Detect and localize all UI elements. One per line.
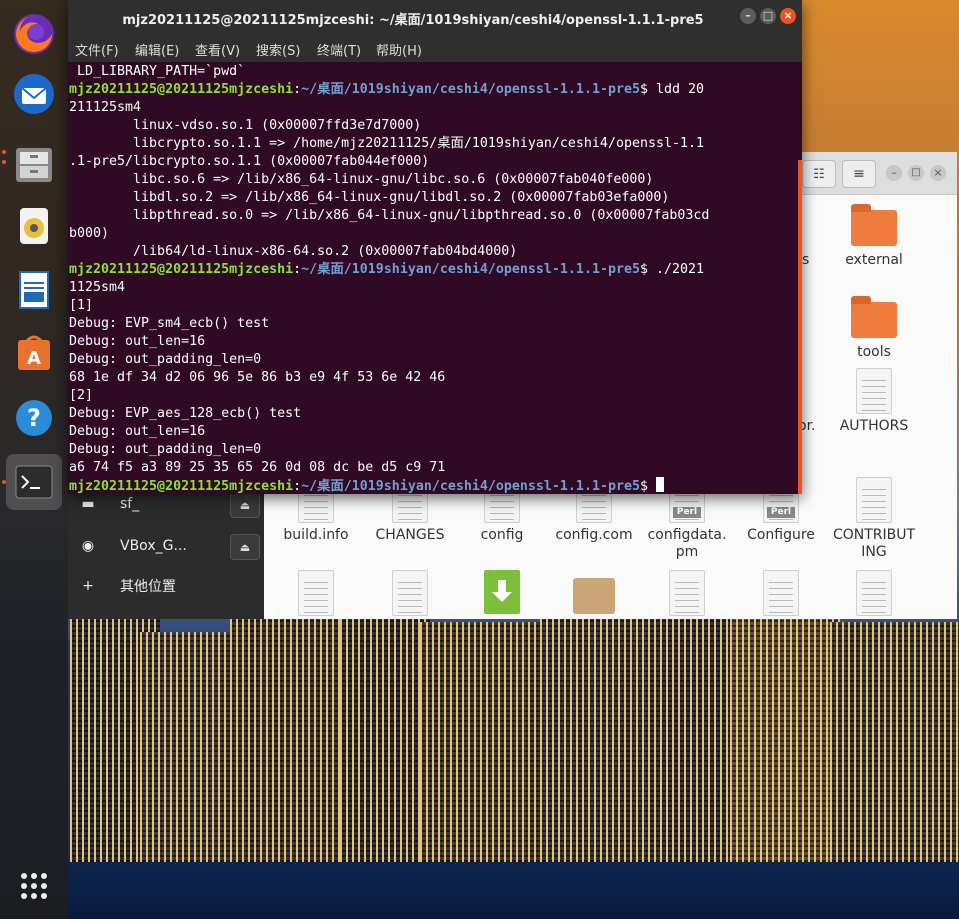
output-line: Debug: out_padding_len=0 <box>69 352 262 367</box>
menu-bar: 文件(F) 编辑(E) 查看(V) 搜索(S) 终端(T) 帮助(H) <box>68 34 802 62</box>
output-line: 211125sm4 <box>69 100 142 115</box>
file-authors[interactable]: AUTHORS <box>830 368 918 435</box>
output-line: linux-vdso.so.1 (0x00007ffd3e7d7000) <box>69 118 422 133</box>
output-line: 68 1e df 34 d2 06 96 5e 86 b3 e9 4f 53 6… <box>69 370 446 385</box>
sidebar-item-other-locations[interactable]: + 其他位置 <box>68 566 264 606</box>
output-line: Debug: out_padding_len=0 <box>69 442 262 457</box>
rhythmbox-icon[interactable] <box>6 198 62 254</box>
sidebar-item-vbox[interactable]: ◉ VBox_G... ⏏ <box>68 526 264 566</box>
output-line: LD_LIBRARY_PATH=`pwd` <box>69 64 246 79</box>
file-item[interactable] <box>643 570 731 620</box>
file-item[interactable] <box>272 570 360 620</box>
output-line: /lib64/ld-linux-x86-64.so.2 (0x00007fab0… <box>69 244 518 259</box>
eject-button[interactable]: ⏏ <box>230 534 260 560</box>
maximize-icon[interactable]: □ <box>908 165 924 181</box>
prompt-user: mjz20211125@20211125mjzceshi <box>69 82 294 97</box>
script-icon <box>298 570 334 616</box>
file-label-partial: s <box>802 252 810 268</box>
file-item[interactable] <box>366 570 454 620</box>
file-item[interactable] <box>737 570 825 620</box>
document-icon <box>856 368 892 414</box>
prompt-user: mjz20211125@20211125mjzceshi <box>69 479 294 494</box>
menu-help[interactable]: 帮助(H) <box>376 40 422 59</box>
document-icon <box>392 570 428 616</box>
file-item[interactable] <box>458 570 546 614</box>
close-icon[interactable]: × <box>930 165 946 181</box>
plus-icon: + <box>82 578 94 594</box>
file-contributing[interactable]: CONTRIBUT ING <box>830 477 918 561</box>
output-line: a6 74 f5 a3 89 25 35 65 26 0d 08 dc be d… <box>69 460 446 475</box>
files-icon[interactable] <box>6 136 62 192</box>
prompt-path: ~/桌面/1019shiyan/ceshi4/openssl-1.1.1-pre… <box>301 479 640 494</box>
menu-edit[interactable]: 编辑(E) <box>135 40 179 59</box>
output-line: Debug: out_len=16 <box>69 334 206 349</box>
folder-tools[interactable]: tools <box>830 296 918 361</box>
prompt-path: ~/桌面/1019shiyan/ceshi4/openssl-1.1.1-pre… <box>301 82 640 97</box>
terminal-window[interactable]: mjz20211125@20211125mjzceshi: ~/桌面/1019s… <box>68 0 802 494</box>
output-line: [2] <box>69 388 94 403</box>
file-item[interactable] <box>550 570 638 614</box>
scrollbar[interactable] <box>798 160 802 494</box>
disc-icon: ◉ <box>81 538 95 554</box>
prompt-user: mjz20211125@20211125mjzceshi <box>69 262 294 277</box>
menu-search[interactable]: 搜索(S) <box>256 40 300 59</box>
text-cursor <box>656 477 664 492</box>
output-line: libc.so.6 => /lib/x86_64-linux-gnu/libc.… <box>69 172 654 187</box>
document-icon <box>763 570 799 616</box>
output-line: Debug: out_len=16 <box>69 424 206 439</box>
command-line: ldd 20 <box>648 82 705 97</box>
window-title: mjz20211125@20211125mjzceshi: ~/桌面/1019s… <box>122 13 704 28</box>
folder-external[interactable]: external <box>830 204 918 269</box>
document-icon <box>669 570 705 616</box>
minimize-icon[interactable]: – <box>886 165 902 181</box>
svg-text:?: ? <box>27 404 41 432</box>
output-line: b000) <box>69 226 110 241</box>
output-line: .1-pre5/libcrypto.so.1.1 (0x00007fab044e… <box>69 154 430 169</box>
thunderbird-icon[interactable] <box>6 66 62 122</box>
folder-icon <box>851 296 897 338</box>
command-line: ./2021 <box>648 262 705 277</box>
dock: A ? <box>0 0 68 919</box>
document-icon <box>856 570 892 616</box>
document-icon <box>856 477 892 523</box>
menu-terminal[interactable]: 终端(T) <box>317 40 361 59</box>
terminal-titlebar[interactable]: mjz20211125@20211125mjzceshi: ~/桌面/1019s… <box>68 0 802 34</box>
terminal-icon[interactable] <box>6 454 62 510</box>
package-icon <box>573 578 615 614</box>
drive-icon: ▬ <box>81 496 95 512</box>
svg-text:A: A <box>27 348 41 369</box>
terminal-output[interactable]: LD_LIBRARY_PATH=`pwd` mjz20211125@202111… <box>69 63 799 496</box>
output-line: libcrypto.so.1.1 => /home/mjz20211125/桌面… <box>69 136 705 151</box>
minimize-icon[interactable]: – <box>740 8 756 24</box>
apps-grid-icon[interactable] <box>6 858 62 914</box>
close-icon[interactable]: × <box>780 8 796 24</box>
folder-icon <box>851 204 897 246</box>
download-icon <box>484 570 520 614</box>
view-options-icon[interactable]: ☷ <box>802 160 836 188</box>
output-line: [1] <box>69 298 94 313</box>
file-item[interactable] <box>830 570 918 620</box>
writer-icon[interactable] <box>6 262 62 318</box>
prompt-path: ~/桌面/1019shiyan/ceshi4/openssl-1.1.1-pre… <box>301 262 640 277</box>
software-icon[interactable]: A <box>6 324 62 380</box>
menu-view[interactable]: 查看(V) <box>195 40 240 59</box>
help-icon[interactable]: ? <box>6 390 62 446</box>
maximize-icon[interactable]: □ <box>760 8 776 24</box>
menu-file[interactable]: 文件(F) <box>75 40 119 59</box>
output-line: Debug: EVP_sm4_ecb() test <box>69 316 270 331</box>
output-line: 1125sm4 <box>69 280 126 295</box>
output-line: libdl.so.2 => /lib/x86_64-linux-gnu/libd… <box>69 190 670 205</box>
firefox-icon[interactable] <box>6 6 62 62</box>
output-line: libpthread.so.0 => /lib/x86_64-linux-gnu… <box>69 208 710 223</box>
menu-icon[interactable]: ≡ <box>842 160 876 188</box>
output-line: Debug: EVP_aes_128_ecb() test <box>69 406 302 421</box>
